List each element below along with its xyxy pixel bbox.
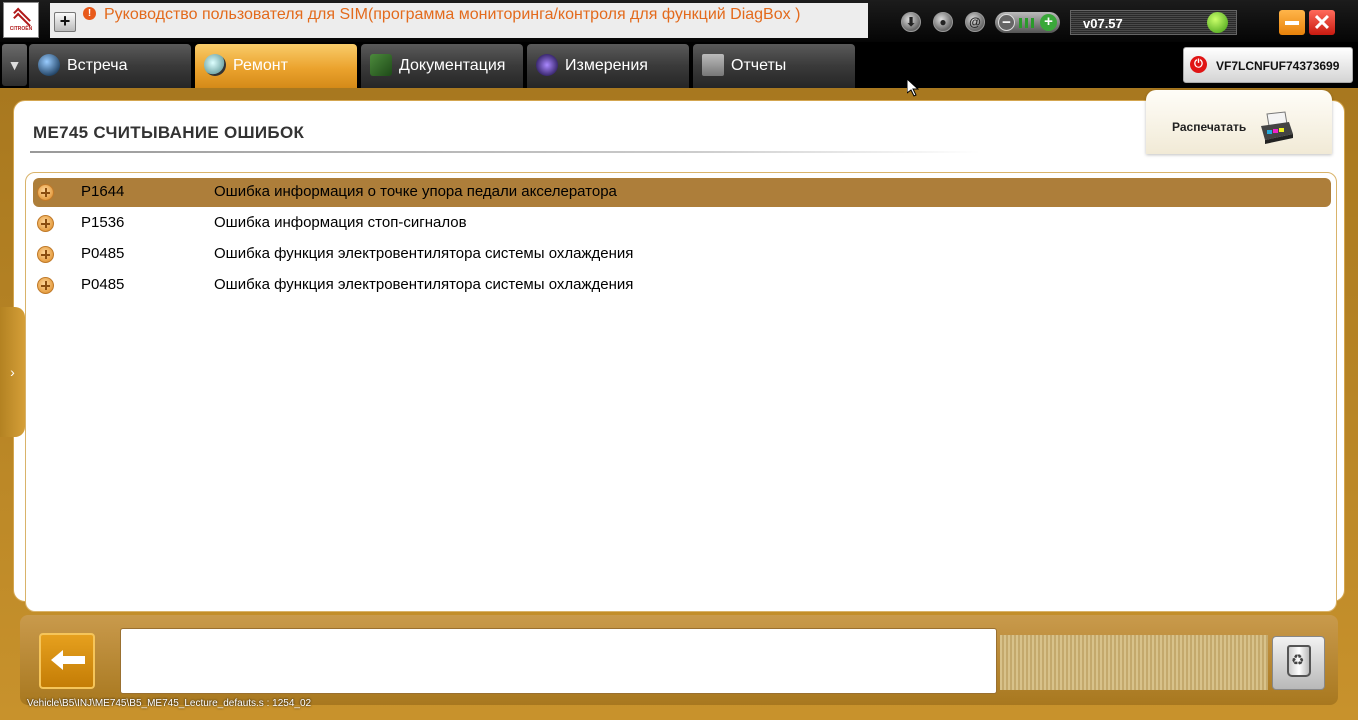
mouse-cursor bbox=[907, 79, 919, 97]
fault-code: P0485 bbox=[81, 245, 125, 262]
side-panel-toggle[interactable]: › bbox=[0, 307, 25, 437]
waveform-icon bbox=[536, 54, 558, 76]
expand-icon[interactable] bbox=[37, 277, 54, 294]
minimize-button[interactable] bbox=[1279, 10, 1305, 35]
tab-documentation[interactable]: Документация bbox=[361, 44, 523, 88]
fault-description: Ошибка информация о точке упора педали а… bbox=[214, 183, 617, 200]
book-icon bbox=[370, 54, 392, 76]
fault-list bbox=[25, 172, 1337, 612]
vehicle-vin-button[interactable]: ⏻ VF7LCNFUF74373699 bbox=[1183, 47, 1353, 83]
fault-row[interactable]: P1536 Ошибка информация стоп-сигналов bbox=[33, 209, 1331, 238]
fault-description: Ошибка функция электровентилятора систем… bbox=[214, 245, 634, 262]
volume-down-button[interactable]: − bbox=[998, 14, 1015, 31]
at-icon[interactable]: @ bbox=[965, 12, 985, 32]
volume-control[interactable]: − + bbox=[995, 12, 1060, 33]
help-text[interactable]: Руководство пользователя для SIM(програм… bbox=[104, 5, 824, 24]
title-divider bbox=[30, 151, 980, 153]
tab-reports[interactable]: Отчеты bbox=[693, 44, 855, 88]
page-title: ME745 СЧИТЫВАНИЕ ОШИБОК bbox=[33, 123, 305, 142]
citroen-logo: CITROËN bbox=[3, 2, 39, 38]
fault-description: Ошибка информация стоп-сигналов bbox=[214, 214, 467, 231]
fault-description: Ошибка функция электровентилятора систем… bbox=[214, 276, 634, 293]
user-icon[interactable]: ● bbox=[933, 12, 953, 32]
expand-icon[interactable] bbox=[37, 215, 54, 232]
message-area bbox=[120, 628, 997, 694]
report-icon bbox=[702, 54, 724, 76]
power-icon: ⏻ bbox=[1190, 56, 1207, 73]
tab-repair[interactable]: Ремонт bbox=[195, 44, 357, 88]
main-tabs: ▼ Встреча Ремонт Документация Измерения … bbox=[0, 42, 1358, 88]
fault-code: P1644 bbox=[81, 183, 125, 200]
print-button[interactable]: Распечатать bbox=[1146, 90, 1332, 154]
clear-faults-button[interactable] bbox=[1272, 636, 1325, 690]
expand-help-button[interactable]: + bbox=[54, 12, 76, 32]
expand-icon[interactable] bbox=[37, 246, 54, 263]
recycle-bin-icon bbox=[1287, 645, 1311, 677]
script-path: Vehicle\B5\INJ\ME745\B5_ME745_Lecture_de… bbox=[27, 698, 312, 709]
printer-icon bbox=[1261, 111, 1293, 144]
fault-row[interactable]: P0485 Ошибка функция электровентилятора … bbox=[33, 240, 1331, 269]
tab-measurements[interactable]: Измерения bbox=[527, 44, 689, 88]
globe-icon bbox=[38, 54, 60, 76]
fault-code: P1536 bbox=[81, 214, 125, 231]
expand-icon[interactable] bbox=[37, 184, 54, 201]
magnifier-icon bbox=[204, 54, 226, 76]
info-icon: ! bbox=[83, 7, 96, 20]
tab-meeting[interactable]: Встреча bbox=[29, 44, 191, 88]
title-bar: CITROËN + ! Руководство пользователя для… bbox=[0, 0, 1358, 42]
close-button[interactable]: ✕ bbox=[1309, 10, 1335, 35]
fault-row[interactable]: P1644 Ошибка информация о точке упора пе… bbox=[33, 178, 1331, 207]
volume-up-button[interactable]: + bbox=[1040, 14, 1057, 31]
version-display: v07.57 bbox=[1070, 10, 1237, 35]
status-led-icon bbox=[1207, 12, 1228, 33]
back-button[interactable] bbox=[39, 633, 95, 689]
arrow-left-icon bbox=[51, 650, 85, 670]
menu-dropdown-button[interactable]: ▼ bbox=[2, 44, 27, 86]
version-label: v07.57 bbox=[1083, 16, 1123, 31]
fault-row[interactable]: P0485 Ошибка функция электровентилятора … bbox=[33, 271, 1331, 300]
toolbar-texture bbox=[1000, 635, 1268, 690]
download-icon[interactable]: ⬇ bbox=[901, 12, 921, 32]
fault-code: P0485 bbox=[81, 276, 125, 293]
help-banner[interactable]: + ! Руководство пользователя для SIM(про… bbox=[50, 3, 868, 38]
